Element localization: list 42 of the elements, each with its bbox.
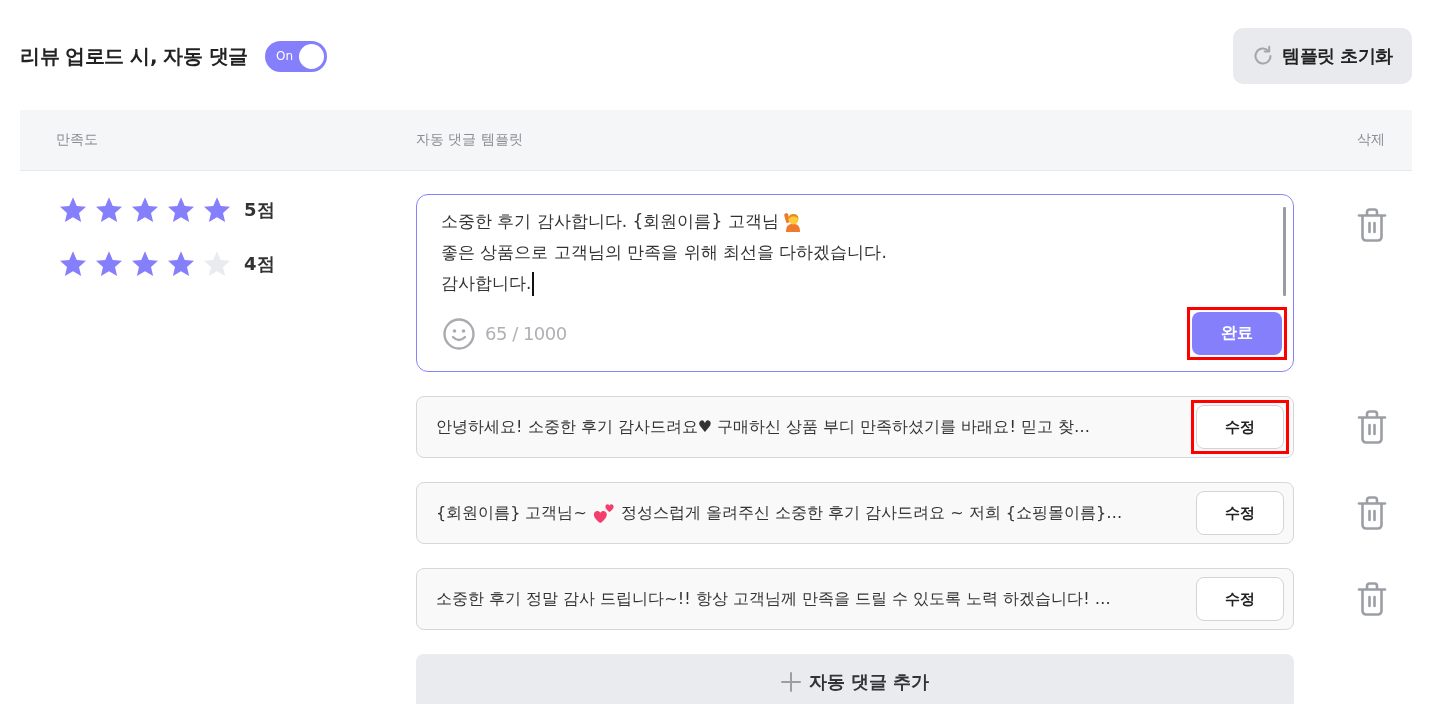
scrollbar-thumb[interactable] bbox=[1283, 207, 1286, 296]
edit-button[interactable]: 수정 bbox=[1196, 491, 1284, 535]
filled-star-icon bbox=[166, 249, 196, 279]
filled-star-icon bbox=[58, 195, 88, 225]
reply-text: 정성스럽게 올려주신 소중한 후기 감사드려요 ~ 저희 {쇼핑몰이름}… bbox=[620, 502, 1123, 524]
reply-text-line: 소중한 후기 감사합니다. {회원이름} 고객님 bbox=[441, 210, 779, 233]
filled-star-icon bbox=[94, 195, 124, 225]
reply-text-line: 좋은 상품으로 고객님의 만족을 위해 최선을 다하겠습니다. bbox=[441, 241, 887, 264]
trash-icon[interactable] bbox=[1357, 207, 1387, 243]
filled-star-icon bbox=[58, 249, 88, 279]
template-row[interactable]: 안녕하세요! 소중한 후기 감사드려요♥ 구매하신 상품 부디 만족하셨기를 바래요! 믿고 찾… 수정 bbox=[416, 396, 1294, 458]
two-hearts-icon bbox=[592, 502, 615, 524]
trash-icon[interactable] bbox=[1357, 409, 1387, 445]
char-counter: 65 / 1000 bbox=[485, 323, 567, 344]
reply-text: 안녕하세요! 소중한 후기 감사드려요♥ 구매하신 상품 부디 만족하셨기를 바래요! 믿고 찾… bbox=[436, 416, 1091, 438]
filled-star-icon bbox=[166, 195, 196, 225]
reply-editor[interactable]: 소중한 후기 감사합니다. {회원이름} 고객님 좋은 상품으로 고객님의 만족을 위해 최선을 다하겠습니다. 감사합니다. 65 / 1000 완료 bbox=[416, 194, 1294, 372]
filled-star-icon bbox=[94, 249, 124, 279]
template-row[interactable]: {회원이름} 고객님~ 정성스럽게 올려주신 소중한 후기 감사드려요 ~ 저희 {쇼핑몰이름}… 수정 bbox=[416, 482, 1294, 544]
reply-text: 소중한 후기 정말 감사 드립니다~!! 항상 고객님께 만족을 드릴 수 있도록 노력 하겠습니다! … bbox=[436, 588, 1111, 610]
reply-text-line: 감사합니다. bbox=[441, 272, 532, 295]
trash-icon[interactable] bbox=[1357, 581, 1387, 617]
reset-template-button[interactable]: 템플릿 초기화 bbox=[1233, 28, 1412, 84]
filled-star-icon bbox=[130, 195, 160, 225]
column-header: 만족도 bbox=[55, 131, 98, 149]
edit-button[interactable]: 수정 bbox=[1196, 405, 1284, 449]
plus-icon bbox=[780, 672, 801, 692]
section-title: 리뷰 업로드 시, 자동 댓글 bbox=[20, 42, 248, 70]
rating-label: 4점 bbox=[244, 252, 275, 276]
filled-star-icon bbox=[202, 195, 232, 225]
filled-star-icon bbox=[130, 249, 160, 279]
rating-label: 5점 bbox=[244, 198, 275, 222]
edit-button[interactable]: 수정 bbox=[1196, 577, 1284, 621]
column-header: 자동 댓글 템플릿 bbox=[416, 131, 523, 149]
smiley-icon[interactable] bbox=[443, 317, 475, 350]
template-row[interactable]: 소중한 후기 정말 감사 드립니다~!! 항상 고객님께 만족을 드릴 수 있도록 노력 하겠습니다! … 수정 bbox=[416, 568, 1294, 630]
reply-text: {회원이름} 고객님~ bbox=[436, 502, 587, 524]
trash-icon[interactable] bbox=[1357, 495, 1387, 531]
add-reply-button[interactable]: 자동 댓글 추가 bbox=[416, 654, 1294, 704]
column-header: 삭제 bbox=[1357, 131, 1386, 149]
text-cursor bbox=[532, 271, 535, 296]
person-raising-hand-icon bbox=[782, 211, 803, 232]
